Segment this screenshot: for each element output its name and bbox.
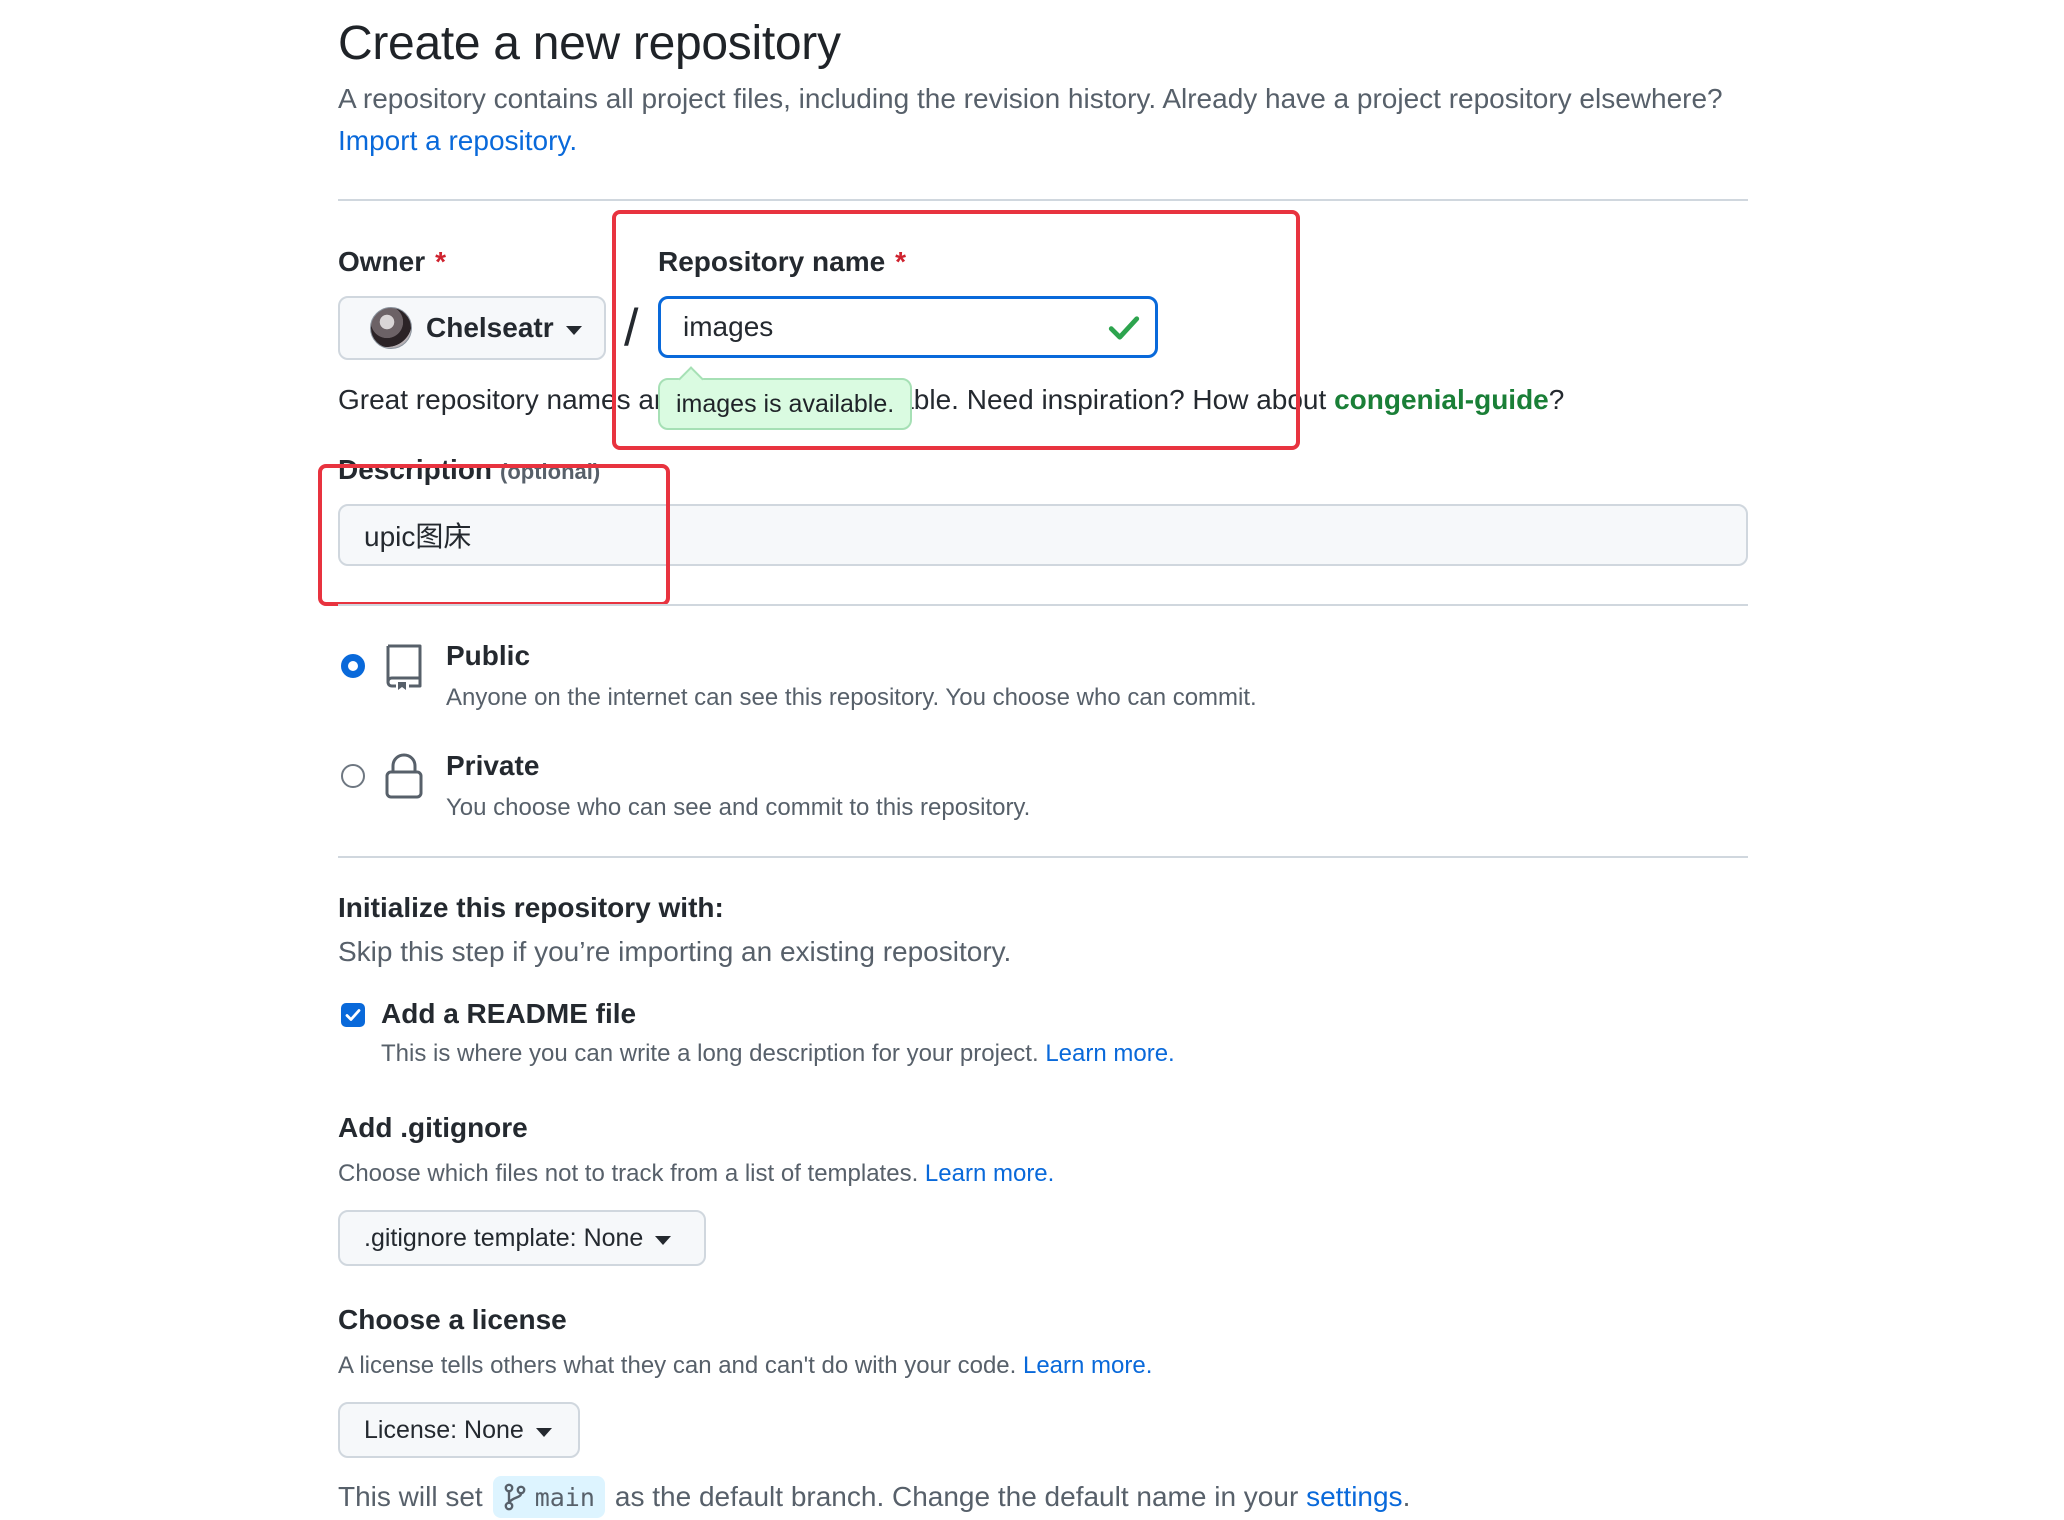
init-subtitle: Skip this step if you’re importing an ex… xyxy=(338,936,1012,967)
import-repository-link[interactable]: Import a repository. xyxy=(338,125,577,156)
repo-name-required-mark: * xyxy=(895,246,907,277)
readme-desc-text: This is where you can write a long descr… xyxy=(381,1040,1039,1067)
branch-chip: main xyxy=(492,1476,605,1518)
gitignore-desc: Choose which files not to track from a l… xyxy=(338,1160,1054,1188)
owner-select-button[interactable]: Chelseatr xyxy=(338,296,606,360)
public-desc: Anyone on the internet can see this repo… xyxy=(446,684,1257,711)
owner-repo-separator: / xyxy=(624,299,639,357)
checkmark-icon xyxy=(345,1009,361,1021)
branch-middle: as the default branch. Change the defaul… xyxy=(614,1481,1299,1512)
description-label: Description (optional) xyxy=(338,454,600,486)
license-title: Choose a license xyxy=(338,1304,567,1335)
private-radio[interactable] xyxy=(341,764,365,788)
branch-name: main xyxy=(534,1482,595,1512)
repo-name-input[interactable]: images xyxy=(658,296,1158,358)
branch-prefix: This will set xyxy=(338,1481,483,1512)
page-subtitle-text: A repository contains all project files,… xyxy=(338,83,1723,114)
availability-text: is available. xyxy=(763,389,895,418)
divider-description xyxy=(338,604,1748,606)
caret-down-icon xyxy=(565,325,582,335)
default-branch-info: This will set main as the default branch… xyxy=(338,1476,1410,1518)
avatar xyxy=(370,307,412,349)
readme-learn-more-link[interactable]: Learn more. xyxy=(1045,1040,1174,1067)
divider-visibility xyxy=(338,856,1748,858)
availability-name: images xyxy=(676,389,757,418)
gitignore-learn-more-link[interactable]: Learn more. xyxy=(925,1160,1054,1187)
repo-name-value: images xyxy=(683,311,774,342)
gitignore-title: Add .gitignore xyxy=(338,1112,528,1143)
repo-icon xyxy=(386,644,422,690)
description-value: upic图床 xyxy=(364,521,472,552)
settings-link[interactable]: settings xyxy=(1306,1481,1403,1513)
caret-down-icon xyxy=(535,1427,552,1437)
page-subtitle: A repository contains all project files,… xyxy=(338,78,1758,162)
owner-required-mark: * xyxy=(435,246,447,277)
init-title: Initialize this repository with: xyxy=(338,892,724,923)
gitignore-desc-text: Choose which files not to track from a l… xyxy=(338,1160,919,1187)
gitignore-select-label: .gitignore template: None xyxy=(364,1223,644,1252)
availability-tooltip: images is available. xyxy=(658,378,913,430)
divider-top xyxy=(338,199,1748,201)
readme-label[interactable]: Add a README file xyxy=(381,998,636,1030)
check-icon xyxy=(1108,316,1140,340)
gitignore-select-button[interactable]: .gitignore template: None xyxy=(338,1210,706,1266)
suggestion-link[interactable]: congenial-guide xyxy=(1334,384,1549,415)
license-desc-text: A license tells others what they can and… xyxy=(338,1352,1017,1379)
branch-suffix: . xyxy=(1402,1481,1411,1512)
private-desc: You choose who can see and commit to thi… xyxy=(446,794,1031,821)
git-branch-icon xyxy=(504,1483,526,1511)
public-title: Public xyxy=(446,640,531,671)
owner-label: Owner * xyxy=(338,246,446,278)
repo-name-label: Repository name * xyxy=(658,246,906,278)
page-title: Create a new repository xyxy=(338,17,841,70)
description-optional: (optional) xyxy=(500,459,601,484)
owner-name: Chelseatr xyxy=(426,312,554,343)
owner-label-text: Owner xyxy=(338,246,426,277)
description-input[interactable]: upic图床 xyxy=(338,504,1748,566)
license-select-button[interactable]: License: None xyxy=(338,1402,580,1458)
license-desc: A license tells others what they can and… xyxy=(338,1352,1152,1380)
repo-name-hint: Great repository names are short and mem… xyxy=(338,380,1564,420)
repo-name-hint-suffix: ? xyxy=(1548,384,1565,415)
public-radio[interactable] xyxy=(341,654,365,678)
repo-name-label-text: Repository name xyxy=(658,246,886,277)
readme-desc: This is where you can write a long descr… xyxy=(381,1040,1175,1068)
license-learn-more-link[interactable]: Learn more. xyxy=(1023,1352,1152,1379)
license-select-label: License: None xyxy=(364,1415,524,1444)
lock-icon xyxy=(385,753,423,799)
description-label-text: Description xyxy=(338,454,493,485)
private-title: Private xyxy=(446,750,540,781)
caret-down-icon xyxy=(655,1235,672,1245)
readme-checkbox[interactable] xyxy=(341,1003,365,1027)
